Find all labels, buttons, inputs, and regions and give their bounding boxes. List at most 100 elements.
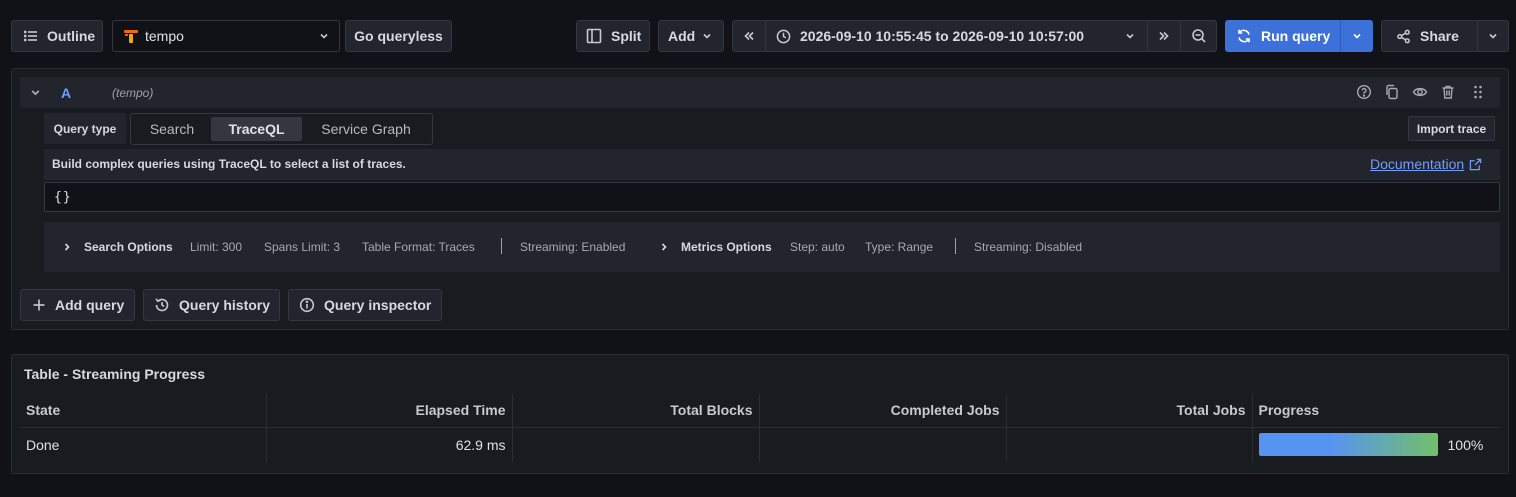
chevron-down-icon (1125, 31, 1135, 41)
search-options-toggle[interactable]: Search Options (84, 240, 173, 254)
query-type-option-label: TraceQL (228, 121, 285, 137)
time-range-picker[interactable]: 2026-09-10 10:55:45 to 2026-09-10 10:57:… (765, 20, 1148, 52)
double-chevron-left-icon (743, 30, 755, 42)
go-queryless-button[interactable]: Go queryless (345, 20, 452, 52)
column-header-state[interactable]: State (20, 394, 267, 427)
refresh-icon (1236, 28, 1252, 44)
clock-icon (776, 29, 791, 44)
import-trace-button[interactable]: Import trace (1408, 116, 1495, 141)
datasource-name: tempo (145, 28, 184, 44)
zoom-out-icon (1191, 28, 1207, 44)
share-label: Share (1420, 28, 1459, 44)
eye-icon[interactable] (1412, 84, 1428, 100)
options-bar (44, 222, 1500, 272)
traceql-editor-value: {} (54, 189, 72, 205)
external-link-icon (1469, 158, 1482, 171)
copy-icon[interactable] (1384, 84, 1400, 100)
cell-state: Done (20, 427, 267, 462)
run-query-button[interactable]: Run query (1225, 20, 1341, 52)
import-trace-label: Import trace (1416, 121, 1487, 136)
query-type-option-search[interactable]: Search (135, 117, 209, 141)
cell-total-blocks (512, 427, 760, 462)
add-dropdown-button[interactable]: Add (658, 20, 724, 52)
cell-progress: 100% (1252, 427, 1500, 462)
list-icon (24, 29, 38, 43)
query-row-actions (1356, 84, 1484, 100)
column-header-progress[interactable]: Progress (1252, 394, 1500, 427)
column-header-elapsed-time[interactable]: Elapsed Time (266, 394, 513, 427)
metrics-type: Type: Range (865, 240, 934, 254)
share-button[interactable]: Share (1381, 20, 1478, 52)
column-header-total-jobs[interactable]: Total Jobs (1006, 394, 1253, 427)
documentation-label: Documentation (1370, 156, 1465, 172)
table-format: Table Format: Traces (362, 240, 475, 254)
query-inspector-label: Query inspector (324, 297, 432, 313)
collapse-query-chevron-icon[interactable] (30, 87, 41, 98)
query-inspector-button[interactable]: Query inspector (288, 289, 442, 321)
run-query-label: Run query (1261, 28, 1331, 44)
help-icon[interactable] (1356, 84, 1372, 100)
column-header-total-blocks[interactable]: Total Blocks (512, 394, 760, 427)
metrics-step: Step: auto (790, 240, 845, 254)
chevron-down-icon (702, 31, 712, 41)
time-range-text: 2026-09-10 10:55:45 to 2026-09-10 10:57:… (800, 28, 1085, 44)
trash-icon[interactable] (1440, 84, 1456, 100)
share-options-button[interactable] (1477, 20, 1509, 52)
drag-handle-icon[interactable] (1472, 84, 1484, 100)
share-icon (1396, 29, 1411, 44)
query-type-label: Query type (53, 121, 117, 136)
chevron-down-icon (1488, 31, 1498, 41)
split-button[interactable]: Split (576, 20, 650, 52)
search-limit: Limit: 300 (190, 240, 243, 254)
add-query-label: Add query (55, 297, 125, 313)
options-divider (955, 238, 956, 254)
documentation-link[interactable]: Documentation (1370, 156, 1482, 172)
metrics-options-toggle[interactable]: Metrics Options (681, 240, 772, 254)
metrics-options-label: Metrics Options (681, 240, 772, 254)
query-type-label-box: Query type (44, 113, 126, 144)
chevron-right-icon[interactable] (659, 242, 669, 252)
panel-title: Table - Streaming Progress (24, 366, 206, 382)
options-divider (501, 238, 502, 254)
query-row-header (20, 77, 1500, 108)
progress-track (1258, 433, 1438, 457)
progress-percent: 100% (1447, 436, 1484, 453)
add-label: Add (668, 28, 696, 44)
progress-bar-fill (1258, 433, 1438, 457)
split-label: Split (611, 28, 642, 44)
plus-icon (32, 298, 46, 312)
double-chevron-right-icon (1158, 30, 1170, 42)
zoom-out-button[interactable] (1180, 20, 1217, 52)
search-streaming: Streaming: Enabled (520, 240, 626, 254)
metrics-streaming: Streaming: Disabled (974, 240, 1083, 254)
query-datasource-hint: (tempo) (112, 86, 154, 100)
go-queryless-label: Go queryless (354, 28, 443, 44)
cell-elapsed-time: 62.9 ms (266, 427, 513, 462)
split-icon (586, 28, 602, 44)
streaming-progress-table: State Elapsed Time Total Blocks Complete… (20, 394, 1500, 462)
spans-limit: Spans Limit: 3 (264, 240, 341, 254)
tempo-logo-icon (123, 28, 139, 44)
time-range-forward-button[interactable] (1147, 20, 1181, 52)
query-ref-id[interactable]: A (61, 85, 71, 101)
info-icon (299, 297, 315, 313)
query-type-option-service-graph[interactable]: Service Graph (304, 117, 428, 141)
table-header-row: State Elapsed Time Total Blocks Complete… (20, 394, 1500, 427)
query-history-button[interactable]: Query history (143, 289, 280, 321)
query-history-label: Query history (179, 297, 271, 313)
traceql-editor[interactable]: {} (44, 182, 1500, 212)
query-type-option-label: Service Graph (321, 121, 411, 137)
add-query-button[interactable]: Add query (20, 289, 135, 321)
cell-total-jobs (1006, 427, 1253, 462)
chevron-right-icon[interactable] (62, 242, 72, 252)
chevron-down-icon (1352, 31, 1362, 41)
search-options-label: Search Options (84, 240, 173, 254)
history-icon (154, 297, 170, 313)
outline-label: Outline (47, 28, 96, 44)
column-header-completed-jobs[interactable]: Completed Jobs (759, 394, 1007, 427)
query-type-option-traceql[interactable]: TraceQL (211, 117, 302, 141)
datasource-picker[interactable]: tempo (112, 20, 340, 52)
run-query-options-button[interactable] (1340, 20, 1373, 52)
time-range-back-button[interactable] (732, 20, 766, 52)
outline-button[interactable]: Outline (11, 20, 103, 52)
